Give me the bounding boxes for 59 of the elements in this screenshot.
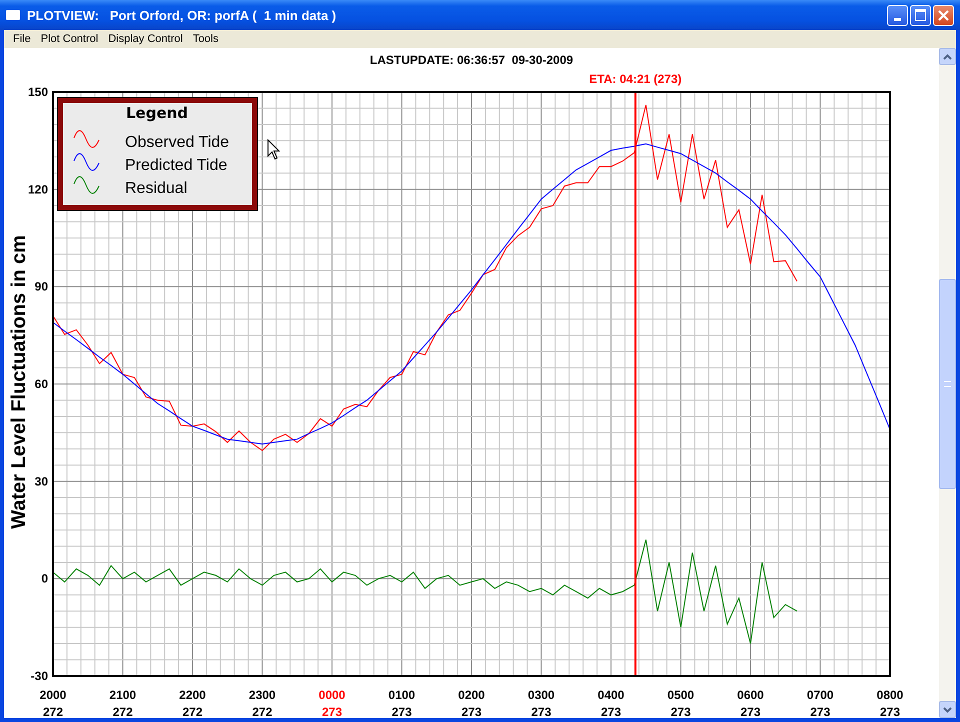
menu-item[interactable]: Plot Control — [36, 33, 104, 45]
caret-down-icon — [943, 706, 952, 712]
caret-up-icon — [943, 54, 952, 60]
axis-tick-label: 30 — [34, 474, 48, 488]
axis-tick-label: 0300 — [528, 688, 555, 702]
axis-tick-label: 60 — [34, 377, 48, 391]
minimize-icon — [894, 18, 901, 20]
axis-title: Water Level Fluctuations in cm — [8, 235, 30, 529]
window-title: PLOTVIEW: Port Orford, OR: porfA ( 1 min data ) — [27, 8, 338, 22]
day-label: 273 — [322, 705, 342, 718]
axis-tick-label: 0200 — [458, 688, 485, 702]
day-label: 273 — [392, 705, 412, 718]
scroll-up-button[interactable] — [939, 48, 956, 65]
scroll-down-button[interactable] — [939, 701, 956, 718]
legend-label: Predicted Tide — [125, 157, 228, 174]
axis-tick-label: 2200 — [179, 688, 206, 702]
minimize-button[interactable] — [887, 4, 908, 26]
day-label: 273 — [600, 705, 622, 718]
legend-title: Legend — [126, 104, 188, 122]
menu-item[interactable]: Display Control — [103, 33, 188, 45]
menu-item[interactable]: File — [8, 33, 36, 45]
menu-item[interactable]: Tools — [188, 33, 224, 45]
legend-label: Observed Tide — [125, 134, 230, 151]
day-label: 273 — [810, 705, 830, 718]
eta-label: ETA: 04:21 (273) — [589, 72, 682, 86]
mouse-cursor-icon — [268, 138, 280, 160]
maximize-icon — [915, 9, 926, 21]
scroll-thumb[interactable] — [939, 279, 956, 489]
axis-tick-label: 2300 — [248, 688, 276, 702]
day-label: 273 — [740, 705, 761, 718]
axis-tick-label: 120 — [28, 182, 48, 196]
last-update-label: LASTUPDATE: 06:36:57 09-30-2009 — [370, 53, 574, 67]
axis-tick-label: 0100 — [388, 688, 416, 702]
axis-tick-label: 0700 — [806, 688, 834, 702]
day-label: 272 — [252, 705, 272, 718]
axis-tick-label: 0800 — [876, 688, 904, 702]
close-icon — [937, 8, 950, 22]
axis-tick-label: 2100 — [109, 688, 136, 702]
day-label: 273 — [670, 705, 691, 718]
day-label: 273 — [531, 705, 552, 718]
axis-tick-label: 0600 — [737, 688, 764, 702]
axis-tick-label: 0000 — [318, 688, 346, 702]
close-button[interactable] — [933, 4, 954, 26]
legend-label: Residual — [125, 180, 188, 197]
axis-tick-label: 2000 — [40, 688, 66, 702]
vertical-scrollbar[interactable] — [939, 48, 956, 718]
axis-tick-label: 0500 — [667, 688, 694, 702]
day-label: 272 — [112, 705, 133, 718]
axis-tick-label: 150 — [28, 85, 48, 99]
axis-tick-label: 90 — [34, 280, 48, 294]
window-icon — [6, 10, 20, 20]
axis-tick-label: 0 — [41, 572, 48, 586]
axis-tick-label: 0400 — [598, 688, 624, 702]
maximize-button[interactable] — [910, 4, 931, 26]
day-label: 272 — [42, 705, 64, 718]
axis-tick-label: -30 — [30, 669, 48, 683]
day-label: 272 — [182, 705, 203, 718]
day-label: 273 — [880, 705, 900, 718]
day-label: 273 — [461, 705, 482, 718]
